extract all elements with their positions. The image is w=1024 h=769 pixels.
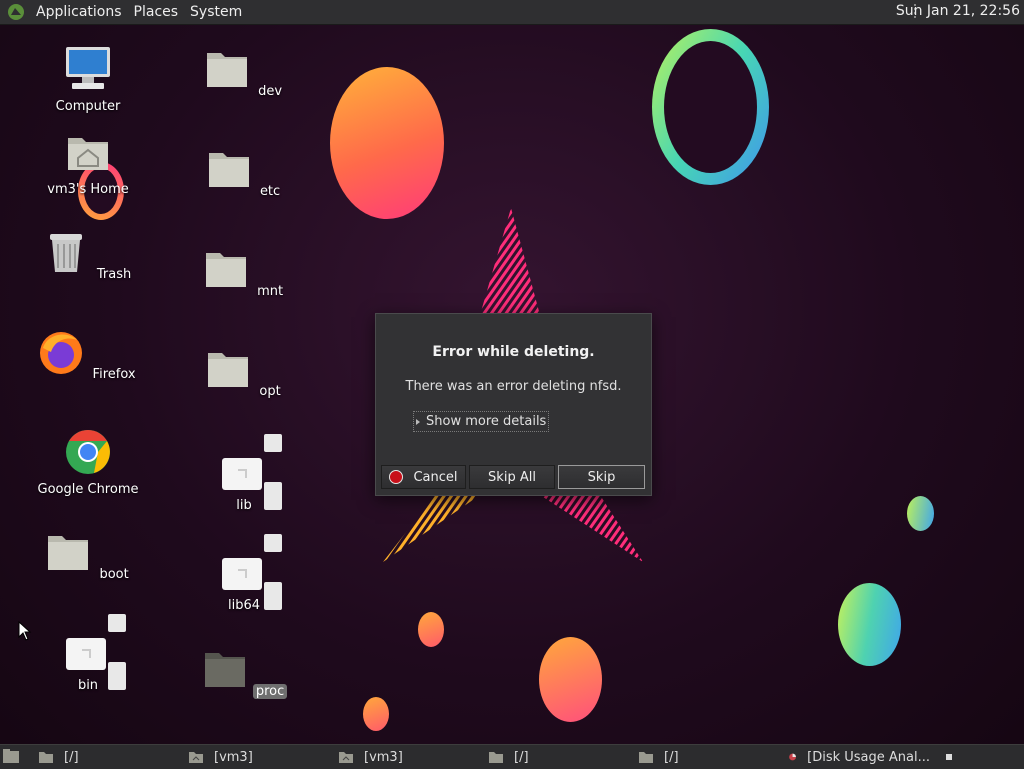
desktop-icon-label: opt — [259, 384, 281, 399]
folder-icon — [208, 353, 249, 387]
mate-logo-icon[interactable] — [7, 3, 25, 21]
lock-icon — [264, 434, 282, 452]
lock-icon — [108, 614, 126, 632]
desktop-icon-mnt[interactable]: mnt — [184, 245, 304, 299]
menu-system[interactable]: System — [184, 4, 248, 20]
desktop-icon-boot[interactable]: boot — [28, 528, 148, 582]
cancel-label: Cancel — [413, 469, 458, 485]
desktop-icon-opt[interactable]: opt — [184, 345, 304, 399]
bottom-taskbar: [/] [vm3] [vm3] [/] [/] [Disk Usage Anal… — [0, 744, 1024, 769]
home-folder-icon — [189, 752, 203, 763]
dialog-title: Error while deleting. — [432, 344, 595, 360]
desktop-icon-lib[interactable]: lib — [184, 434, 304, 513]
desktop-icon-dev[interactable]: dev — [184, 45, 304, 99]
desktop-icon-computer[interactable]: Computer — [28, 45, 148, 114]
desktop-icon-label: dev — [258, 84, 283, 99]
taskbar-label: [vm3] — [214, 749, 253, 765]
desktop-icon-chrome[interactable]: Google Chrome — [28, 428, 148, 497]
tray-indicator-icon[interactable] — [946, 754, 952, 760]
desktop-icon-home[interactable]: vm3's Home — [28, 128, 148, 197]
desktop-icon-proc[interactable]: proc — [184, 645, 304, 699]
wallpaper-green-blob — [907, 496, 934, 531]
skip-all-button[interactable]: Skip All — [469, 465, 555, 489]
taskbar-label: [/] — [664, 749, 679, 765]
taskbar-label: [vm3] — [364, 749, 403, 765]
wallpaper-orange-blob — [330, 67, 444, 219]
desktop-icon-label: vm3's Home — [47, 182, 129, 197]
desktop-icon-firefox[interactable]: Firefox — [28, 328, 148, 382]
wallpaper-orange-blob — [363, 697, 389, 731]
symlink-icon — [220, 434, 282, 510]
folder-icon — [205, 253, 246, 287]
top-panel: Applications Places System Sun Jan 21, 2… — [0, 0, 1024, 25]
desktop-icon-label: Trash — [96, 267, 132, 282]
desktop-icon-lib64[interactable]: lib64 — [184, 534, 304, 613]
folder-icon — [489, 752, 503, 763]
trash-icon — [49, 234, 82, 272]
cancel-icon — [389, 470, 404, 484]
skip-button[interactable]: Skip — [558, 465, 645, 489]
folder-icon — [208, 153, 249, 187]
taskbar-button[interactable]: [/] — [38, 745, 180, 769]
chrome-icon — [66, 430, 110, 474]
expander-arrow-icon — [416, 419, 420, 425]
taskbar-button[interactable]: [vm3] — [188, 745, 330, 769]
dialog-message: There was an error deleting nfsd. — [405, 379, 622, 394]
home-folder-icon — [68, 138, 108, 170]
desktop-icon-trash[interactable]: Trash — [28, 228, 148, 282]
desktop-icon-label: proc — [252, 684, 288, 699]
taskbar-button[interactable]: [/] — [638, 745, 780, 769]
details-label: Show more details — [426, 414, 547, 429]
mouse-cursor-icon — [18, 621, 32, 641]
folder-icon — [48, 536, 89, 570]
menu-applications[interactable]: Applications — [30, 4, 128, 20]
folder-icon — [39, 752, 53, 763]
show-more-details-expander[interactable]: Show more details — [413, 411, 550, 432]
wallpaper-green-blob — [838, 583, 901, 666]
desktop-icon-label: Computer — [55, 99, 121, 114]
cancel-button[interactable]: Cancel — [381, 465, 466, 489]
desktop-icon-label: lib — [236, 498, 252, 513]
wallpaper-ring — [652, 29, 769, 185]
folder-icon — [204, 653, 245, 687]
symlink-icon — [64, 614, 126, 690]
lock-icon — [264, 534, 282, 552]
desktop-icon-bin[interactable]: bin — [28, 614, 148, 693]
show-desktop-icon[interactable] — [2, 748, 20, 764]
wallpaper-orange-blob — [418, 612, 444, 647]
desktop-icon-label: mnt — [257, 284, 284, 299]
disk-usage-icon — [789, 753, 796, 761]
skip-all-label: Skip All — [488, 469, 536, 485]
skip-label: Skip — [587, 469, 616, 485]
taskbar-label: [/] — [514, 749, 529, 765]
folder-icon — [639, 752, 653, 763]
clock[interactable]: Sun Jan 21, 22:56 — [896, 3, 1020, 19]
desktop-icon-label: bin — [77, 678, 99, 693]
desktop-icon-label: Google Chrome — [37, 482, 139, 497]
link-arrow-icon — [264, 482, 282, 510]
taskbar-label: [/] — [64, 749, 79, 765]
folder-icon — [206, 53, 247, 87]
desktop-icon-etc[interactable]: etc — [184, 145, 304, 199]
desktop-icon-label: Firefox — [92, 367, 136, 382]
taskbar-button[interactable]: [/] — [488, 745, 630, 769]
link-arrow-icon — [264, 582, 282, 610]
desktop-icon-label: etc — [259, 184, 281, 199]
symlink-icon — [220, 534, 282, 610]
desktop-icon-label: lib64 — [227, 598, 261, 613]
firefox-icon — [40, 332, 83, 374]
taskbar-label: [Disk Usage Anal... — [807, 749, 930, 765]
taskbar-button[interactable]: [Disk Usage Anal... — [788, 745, 930, 769]
taskbar-button[interactable]: [vm3] — [338, 745, 480, 769]
wallpaper-orange-blob — [539, 637, 602, 722]
error-dialog: Error while deleting. There was an error… — [375, 313, 652, 496]
link-arrow-icon — [108, 662, 126, 690]
menu-places[interactable]: Places — [128, 4, 185, 20]
desktop-icon-label: boot — [99, 567, 129, 582]
computer-icon — [66, 47, 110, 89]
home-folder-icon — [339, 752, 353, 763]
